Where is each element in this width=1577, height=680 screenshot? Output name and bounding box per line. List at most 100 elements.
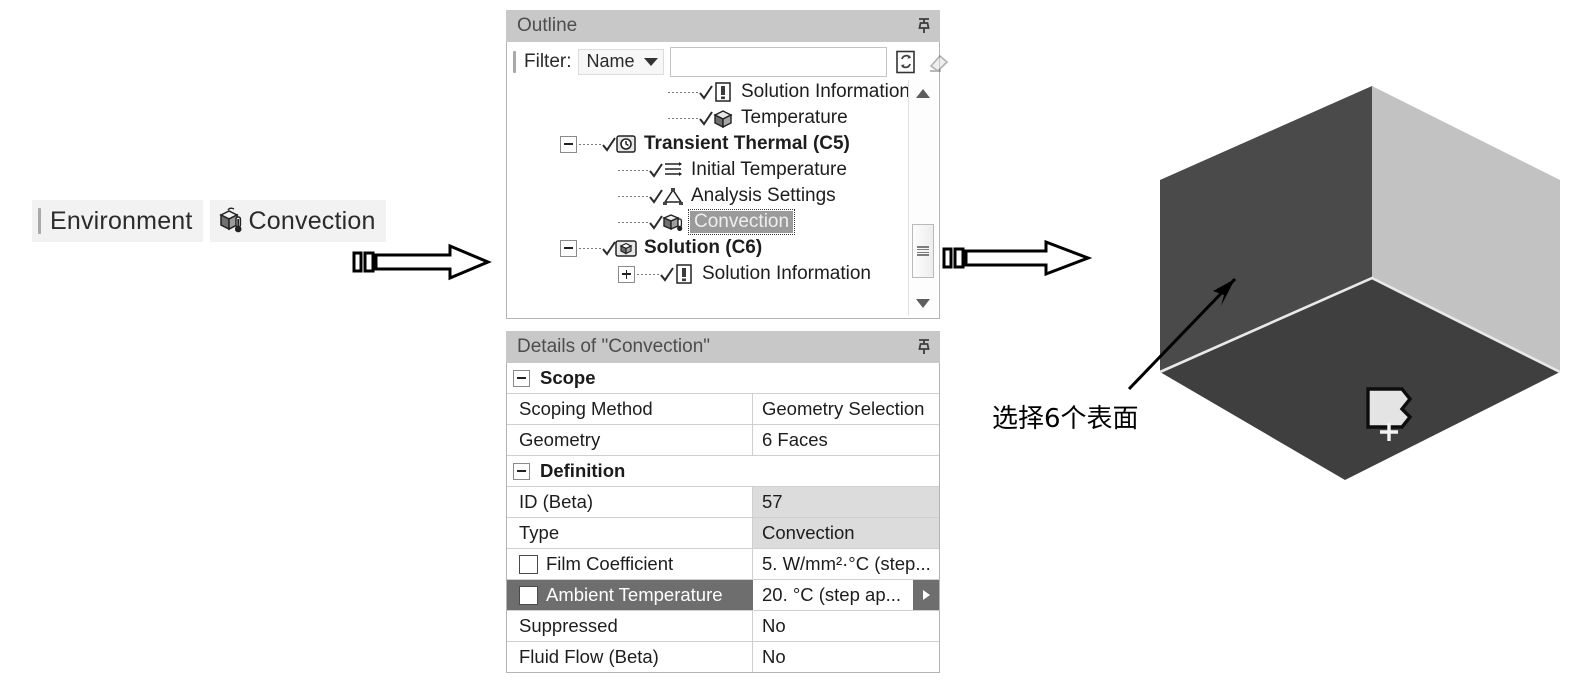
filter-type-select[interactable]: Name (577, 48, 664, 75)
filter-search-input[interactable] (669, 46, 887, 77)
temperature-cube-icon (713, 110, 733, 129)
outline-tree-item[interactable]: Solution Information (508, 261, 908, 287)
outline-panel: Outline Filter: Name Solution Informatio… (506, 10, 949, 320)
toolbar-separator (202, 200, 210, 242)
outline-tree-item[interactable]: Initial Temperature (508, 157, 908, 183)
details-row[interactable]: ID (Beta) 57 (507, 487, 939, 518)
details-row-key-label: Type (519, 522, 560, 543)
details-row[interactable]: Suppressed No (507, 611, 939, 642)
chevron-down-icon (643, 57, 658, 66)
outline-panel-title: Outline (517, 15, 578, 36)
collapse-icon[interactable] (513, 462, 530, 480)
details-row-value[interactable]: 5. W/mm²·°C (step... (753, 549, 939, 579)
cube-thermometer-icon (662, 214, 683, 231)
details-panel-header: Details of "Convection" (506, 331, 940, 363)
details-row-value-text: 5. W/mm²·°C (step... (762, 553, 931, 574)
outline-panel-body: Filter: Name Solution Information Temper… (506, 42, 949, 319)
details-row-key: Film Coefficient (507, 549, 753, 579)
outline-scrollbar[interactable] (908, 80, 937, 316)
outline-tree-item[interactable]: Solution Information (508, 79, 910, 105)
details-row-value[interactable]: 57 (753, 487, 939, 517)
tree-connector (618, 169, 648, 171)
tree-connector (618, 195, 648, 197)
details-category: Definition (507, 456, 939, 486)
collapse-icon[interactable] (560, 135, 577, 153)
outline-tree-item[interactable]: Transient Thermal (C5) (508, 131, 908, 157)
solution-information-icon (676, 264, 692, 284)
outline-tree-item-label: Transient Thermal (C5) (644, 133, 850, 154)
dropdown-arrow-icon[interactable] (913, 580, 939, 610)
outline-tree-item-label: Temperature (741, 107, 848, 128)
details-row-value-text: 6 Faces (762, 429, 828, 450)
details-row-key-label: Fluid Flow (Beta) (519, 646, 659, 667)
tree-connector (579, 247, 601, 249)
details-category-label: Scope (540, 367, 596, 388)
outline-tree-rows: Solution Information Temperature Transient… (508, 79, 910, 287)
scrollbar-thumb[interactable] (912, 224, 934, 278)
eraser-icon[interactable] (925, 49, 951, 75)
collapse-icon[interactable] (513, 369, 530, 387)
outline-tree-item[interactable]: Solution (C6) (508, 235, 908, 261)
outline-filter-bar: Filter: Name (507, 42, 949, 78)
details-row-key: Type (507, 518, 753, 548)
details-row[interactable]: Scoping Method Geometry Selection (507, 394, 939, 425)
collapse-icon[interactable] (560, 239, 577, 257)
toolbar-strip: Environment Convection (32, 200, 386, 242)
details-row-value[interactable]: Convection (753, 518, 939, 548)
convection-button[interactable]: Convection (209, 200, 386, 242)
details-row-key-label: Suppressed (519, 615, 618, 636)
analysis-settings-icon (663, 188, 683, 205)
details-row[interactable]: Scope (507, 363, 939, 394)
outline-tree-item[interactable]: Convection (508, 209, 908, 235)
details-row-value[interactable]: No (753, 611, 939, 641)
details-table: Scope Scoping Method Geometry Selection Geo… (506, 363, 940, 673)
details-row-key: Scoping Method (507, 394, 753, 424)
tree-connector (618, 221, 648, 223)
initial-temperature-icon (665, 162, 682, 176)
details-row-key-label: Scoping Method (519, 398, 653, 419)
details-row-value-text: 20. °C (step ap... (762, 584, 902, 605)
details-row[interactable]: Geometry 6 Faces (507, 425, 939, 456)
outline-tree-item[interactable]: Analysis Settings (508, 183, 908, 209)
cube-thermometer-icon (216, 206, 246, 236)
details-row-key-label: Film Coefficient (546, 553, 674, 574)
details-category: Scope (507, 363, 939, 393)
details-row[interactable]: Type Convection (507, 518, 939, 549)
outline-tree-item[interactable]: Temperature (508, 105, 908, 131)
viewport-annotation-text: 选择6个表面 (992, 404, 1139, 434)
outline-panel-header: Outline (506, 10, 940, 42)
details-row[interactable]: Ambient Temperature 20. °C (step ap... (507, 580, 939, 611)
flow-arrow-2 (942, 238, 1093, 283)
refresh-page-icon[interactable] (893, 49, 919, 75)
details-row[interactable]: Film Coefficient 5. W/mm²·°C (step... (507, 549, 939, 580)
scroll-up-arrow-icon[interactable] (909, 80, 937, 106)
scroll-down-arrow-icon[interactable] (909, 290, 937, 316)
details-row[interactable]: Fluid Flow (Beta) No (507, 642, 939, 672)
details-panel: Details of "Convection" Scope Scoping Met… (506, 331, 940, 673)
details-category-label: Definition (540, 460, 626, 481)
details-row[interactable]: Definition (507, 456, 939, 487)
details-row-value-text: No (762, 646, 786, 667)
face-select-cursor-icon (1366, 387, 1413, 441)
pin-icon[interactable] (916, 17, 932, 35)
filter-label: Filter: (524, 50, 572, 72)
details-row-value[interactable]: 6 Faces (753, 425, 939, 455)
details-row-value[interactable]: No (753, 642, 939, 672)
geometry-viewport[interactable] (1127, 70, 1570, 570)
pin-icon[interactable] (916, 338, 932, 356)
tree-connector (668, 117, 698, 119)
environment-button[interactable]: Environment (32, 200, 203, 242)
environment-label: Environment (50, 206, 193, 235)
row-checkbox[interactable] (519, 554, 538, 574)
details-row-value-text: 57 (762, 491, 783, 512)
drag-handle-icon[interactable] (513, 50, 516, 73)
outline-tree-item-label: Solution (C6) (644, 237, 763, 258)
details-row-value[interactable]: Geometry Selection (753, 394, 939, 424)
drag-handle-icon[interactable] (38, 208, 41, 234)
details-row-value[interactable]: 20. °C (step ap... (753, 580, 939, 610)
details-row-key: Ambient Temperature (507, 580, 753, 610)
row-checkbox[interactable] (519, 585, 538, 605)
details-row-key: Suppressed (507, 611, 753, 641)
details-row-value-text: Convection (762, 522, 855, 543)
expand-icon[interactable] (618, 265, 635, 283)
